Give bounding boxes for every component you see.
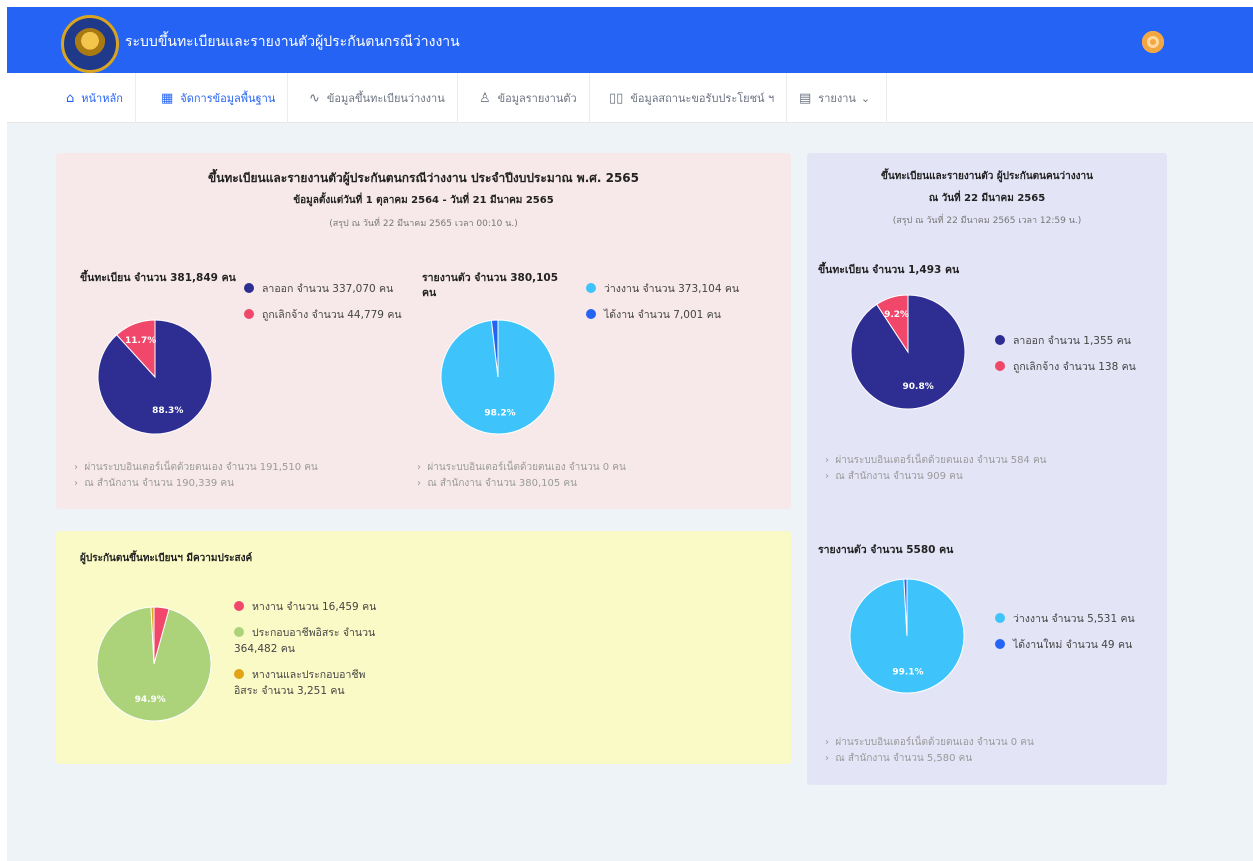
daily-report-pie: 99.1%	[849, 578, 965, 694]
annual-report-notes: › ผ่านระบบอินเตอร์เน็ตด้วยตนเอง จำนวน 0 …	[417, 460, 626, 492]
annual-register-pie: 88.3% 11.7%	[97, 319, 213, 435]
legend-item-dismissed[interactable]: ถูกเลิกจ้าง จำนวน 138 คน	[995, 359, 1165, 375]
nav-reports-label: รายงาน	[818, 92, 856, 105]
daily-summary-panel: ขึ้นทะเบียนและรายงานตัว ผู้ประกันตนคนว่า…	[807, 153, 1167, 785]
book-icon: ▯▯	[609, 90, 624, 106]
grid-icon: ▦	[161, 90, 174, 106]
legend-label-employed: ได้งาน จำนวน 7,001 คน	[604, 309, 721, 321]
legend-label-dismissed: ถูกเลิกจ้าง จำนวน 138 คน	[1013, 361, 1136, 373]
lightbulb-icon[interactable]	[1142, 31, 1164, 53]
file-icon: ▤	[799, 90, 812, 106]
intentions-legend: หางาน จำนวน 16,459 คน ประกอบอาชีพอิสระ จ…	[234, 599, 379, 699]
daily-register-count: ขึ้นทะเบียน จำนวน 1,493 คน	[818, 264, 960, 276]
daily-title: ขึ้นทะเบียนและรายงานตัว ผู้ประกันตนคนว่า…	[881, 171, 1093, 182]
legend-label-both: หางานและประกอบอาชีพอิสระ จำนวน 3,251 คน	[234, 669, 366, 697]
daily-register-pie: 90.8% 9.2%	[850, 294, 966, 410]
annual-register-legend: ลาออก จำนวน 337,070 คน ถูกเลิกจ้าง จำนวน…	[244, 281, 404, 323]
nav-home[interactable]: ⌂ หน้าหลัก	[54, 73, 136, 123]
legend-label-unemployed: ว่างงาน จำนวน 373,104 คน	[604, 283, 740, 295]
legend-item-new-job[interactable]: ได้งานใหม่ จำนวน 49 คน	[995, 637, 1165, 653]
annual-register-notes: › ผ่านระบบอินเตอร์เน็ตด้วยตนเอง จำนวน 19…	[74, 460, 318, 492]
nav-register-data-label: ข้อมูลขึ้นทะเบียนว่างงาน	[326, 92, 445, 105]
note-online: › ผ่านระบบอินเตอร์เน็ตด้วยตนเอง จำนวน 58…	[825, 455, 1047, 466]
pie-percent-label: 94.9%	[135, 695, 166, 705]
top-bar: ระบบขึ้นทะเบียนและรายงานตัวผู้ประกันตนกร…	[7, 7, 1253, 73]
legend-label-self-employed: ประกอบอาชีพอิสระ จำนวน 364,482 คน	[234, 627, 376, 655]
note-online: › ผ่านระบบอินเตอร์เน็ตด้วยตนเอง จำนวน 19…	[74, 462, 318, 473]
legend-item-resign[interactable]: ลาออก จำนวน 1,355 คน	[995, 333, 1165, 349]
note-office: › ณ สำนักงาน จำนวน 5,580 คน	[825, 753, 973, 764]
annual-register-count: ขึ้นทะเบียน จำนวน 381,849 คน	[80, 272, 236, 284]
note-office: › ณ สำนักงาน จำนวน 909 คน	[825, 471, 963, 482]
legend-item-unemployed[interactable]: ว่างงาน จำนวน 5,531 คน	[995, 611, 1165, 627]
nav-master-data-label: จัดการข้อมูลพื้นฐาน	[180, 92, 276, 105]
pie-percent-label: 88.3%	[152, 406, 183, 416]
legend-item-dismissed[interactable]: ถูกเลิกจ้าง จำนวน 44,779 คน	[244, 307, 404, 323]
nav-register-data[interactable]: ∿ ข้อมูลขึ้นทะเบียนว่างงาน	[297, 73, 458, 123]
legend-label-unemployed: ว่างงาน จำนวน 5,531 คน	[1013, 613, 1135, 625]
activity-icon: ∿	[309, 90, 320, 106]
page-frame: ระบบขึ้นทะเบียนและรายงานตัวผู้ประกันตนกร…	[7, 7, 1253, 861]
nav-benefit-status-label: ข้อมูลสถานะขอรับประโยชน์ ฯ	[630, 92, 775, 105]
main-nav: ⌂ หน้าหลัก ▦ จัดการข้อมูลพื้นฐาน ∿ ข้อมู…	[7, 73, 1253, 123]
annual-title: ขึ้นทะเบียนและรายงานตัวผู้ประกันตนกรณีว่…	[207, 171, 639, 185]
nav-benefit-status[interactable]: ▯▯ ข้อมูลสถานะขอรับประโยชน์ ฯ	[597, 73, 788, 123]
pie-percent-label: 98.2%	[484, 408, 515, 418]
nav-home-label: หน้าหลัก	[81, 92, 123, 105]
nav-report-data-label: ข้อมูลรายงานตัว	[497, 92, 577, 105]
annual-report-legend: ว่างงาน จำนวน 373,104 คน ได้งาน จำนวน 7,…	[586, 281, 746, 323]
daily-report-notes: › ผ่านระบบอินเตอร์เน็ตด้วยตนเอง จำนวน 0 …	[825, 735, 1034, 767]
legend-label-dismissed: ถูกเลิกจ้าง จำนวน 44,779 คน	[262, 309, 402, 321]
pie-percent-label: 90.8%	[903, 382, 934, 392]
daily-subtitle: ณ วันที่ 22 มีนาคม 2565	[928, 193, 1046, 204]
nav-master-data[interactable]: ▦ จัดการข้อมูลพื้นฐาน	[149, 73, 289, 123]
user-icon: ♙	[479, 90, 491, 106]
legend-item-self-employed[interactable]: ประกอบอาชีพอิสระ จำนวน 364,482 คน	[234, 625, 379, 657]
legend-item-both[interactable]: หางานและประกอบอาชีพอิสระ จำนวน 3,251 คน	[234, 667, 379, 699]
nav-report-data[interactable]: ♙ ข้อมูลรายงานตัว	[467, 73, 590, 123]
daily-register-legend: ลาออก จำนวน 1,355 คน ถูกเลิกจ้าง จำนวน 1…	[995, 333, 1165, 375]
intentions-pie: 94.9%	[96, 606, 212, 722]
daily-summary-time: (สรุป ณ วันที่ 22 มีนาคม 2565 เวลา 12:59…	[892, 216, 1082, 226]
legend-label-job-seeking: หางาน จำนวน 16,459 คน	[252, 601, 377, 613]
app-title: ระบบขึ้นทะเบียนและรายงานตัวผู้ประกันตนกร…	[125, 34, 460, 50]
annual-report-pie: 98.2%	[440, 319, 556, 435]
annual-summary-time: (สรุป ณ วันที่ 22 มีนาคม 2565 เวลา 00:10…	[329, 219, 518, 229]
annual-summary-panel: ขึ้นทะเบียนและรายงานตัวผู้ประกันตนกรณีว่…	[56, 153, 791, 509]
note-online: › ผ่านระบบอินเตอร์เน็ตด้วยตนเอง จำนวน 0 …	[825, 737, 1034, 748]
pie-percent-label: 9.2%	[884, 310, 909, 320]
daily-register-notes: › ผ่านระบบอินเตอร์เน็ตด้วยตนเอง จำนวน 58…	[825, 453, 1047, 485]
annual-report-count: รายงานตัว จำนวน 380,105 คน	[422, 272, 559, 299]
annual-subtitle: ข้อมูลตั้งแต่วันที่ 1 ตุลาคม 2564 - วันท…	[293, 195, 554, 206]
legend-item-employed[interactable]: ได้งาน จำนวน 7,001 คน	[586, 307, 746, 323]
intentions-title: ผู้ประกันตนขึ้นทะเบียนฯ มีความประสงค์	[80, 553, 253, 564]
note-online: › ผ่านระบบอินเตอร์เน็ตด้วยตนเอง จำนวน 0 …	[417, 462, 626, 473]
note-office: › ณ สำนักงาน จำนวน 380,105 คน	[417, 478, 577, 489]
legend-label-resign: ลาออก จำนวน 1,355 คน	[1013, 335, 1131, 347]
home-icon: ⌂	[66, 90, 75, 106]
note-office: › ณ สำนักงาน จำนวน 190,339 คน	[74, 478, 234, 489]
daily-report-legend: ว่างงาน จำนวน 5,531 คน ได้งานใหม่ จำนวน …	[995, 611, 1165, 653]
legend-item-job-seeking[interactable]: หางาน จำนวน 16,459 คน	[234, 599, 379, 615]
department-logo[interactable]	[61, 15, 119, 73]
chevron-down-icon: ⌄	[860, 91, 871, 105]
legend-item-unemployed[interactable]: ว่างงาน จำนวน 373,104 คน	[586, 281, 746, 297]
legend-label-resign: ลาออก จำนวน 337,070 คน	[262, 283, 394, 295]
legend-label-new-job: ได้งานใหม่ จำนวน 49 คน	[1013, 639, 1133, 651]
nav-reports[interactable]: ▤ รายงาน ⌄	[787, 73, 887, 123]
pie-percent-label: 99.1%	[892, 667, 923, 677]
pie-percent-label: 11.7%	[125, 336, 156, 346]
daily-report-count: รายงานตัว จำนวน 5580 คน	[818, 544, 954, 556]
legend-item-resign[interactable]: ลาออก จำนวน 337,070 คน	[244, 281, 404, 297]
intentions-panel: ผู้ประกันตนขึ้นทะเบียนฯ มีความประสงค์ 94…	[56, 531, 791, 764]
